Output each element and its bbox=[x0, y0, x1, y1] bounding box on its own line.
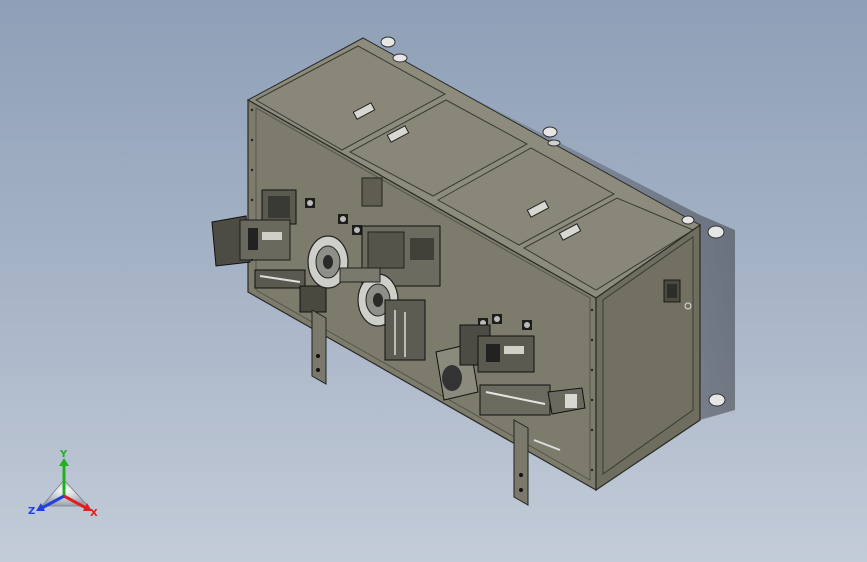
z-axis-label: Z bbox=[28, 506, 35, 517]
3d-model-viewport[interactable] bbox=[0, 0, 867, 562]
axis-triad[interactable]: Y X Z bbox=[22, 448, 112, 528]
left-bracket bbox=[311, 309, 327, 385]
x-axis-label: X bbox=[90, 508, 98, 519]
mount-plate bbox=[361, 177, 383, 207]
y-axis-label: Y bbox=[59, 449, 68, 460]
